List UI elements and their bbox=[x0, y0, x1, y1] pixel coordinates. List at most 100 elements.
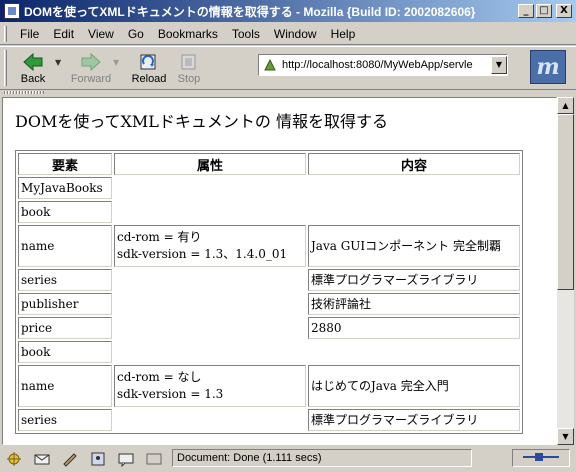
maximize-button[interactable]: □ bbox=[536, 4, 552, 18]
menu-edit[interactable]: Edit bbox=[46, 27, 81, 41]
composer-icon[interactable] bbox=[60, 450, 80, 468]
header-content: 内容 bbox=[308, 153, 520, 175]
attribute-cell bbox=[114, 317, 306, 339]
content-viewport: DOMを使ってXMLドキュメントの 情報を取得する 要素 属性 内容 MyJav… bbox=[2, 97, 557, 445]
page-proxy-icon[interactable] bbox=[262, 57, 278, 73]
content-cell: 標準プログラマーズライブラリ bbox=[308, 409, 520, 431]
forward-button[interactable]: Forward bbox=[71, 51, 111, 85]
attribute-cell bbox=[114, 177, 306, 199]
scroll-up-button[interactable]: ▲ bbox=[557, 97, 574, 114]
element-cell: book bbox=[18, 201, 112, 223]
close-button[interactable]: X bbox=[556, 4, 572, 18]
menu-bookmarks[interactable]: Bookmarks bbox=[151, 27, 225, 41]
content-cell bbox=[308, 177, 520, 199]
content-cell: Java GUIコンポーネント 完全制覇 bbox=[308, 225, 520, 267]
content-cell: 標準プログラマーズライブラリ bbox=[308, 269, 520, 291]
table-row: name cd-rom = 有り sdk-version = 1.3、1.4.0… bbox=[18, 225, 520, 267]
element-cell: publisher bbox=[18, 293, 112, 315]
table-row: MyJavaBooks bbox=[18, 177, 520, 199]
attribute-cell bbox=[114, 269, 306, 291]
attribute-cell bbox=[114, 293, 306, 315]
attribute-line: cd-rom = 有り bbox=[117, 230, 202, 244]
menu-file[interactable]: File bbox=[13, 27, 46, 41]
element-cell: price bbox=[18, 317, 112, 339]
table-header-row: 要素 属性 内容 bbox=[18, 153, 520, 175]
menu-bar: File Edit View Go Bookmarks Tools Window… bbox=[0, 23, 576, 45]
scroll-thumb[interactable] bbox=[557, 114, 574, 290]
online-status-icon bbox=[521, 451, 561, 466]
back-label: Back bbox=[20, 72, 46, 85]
menu-view[interactable]: View bbox=[81, 27, 121, 41]
reload-button[interactable]: Reload bbox=[129, 51, 169, 85]
stop-button[interactable]: Stop bbox=[169, 51, 209, 85]
element-cell: name bbox=[18, 365, 112, 407]
navigator-icon[interactable] bbox=[4, 450, 24, 468]
scroll-down-button[interactable]: ▼ bbox=[557, 428, 574, 445]
attribute-cell: cd-rom = なし sdk-version = 1.3 bbox=[114, 365, 306, 407]
content-cell: はじめてのJava 完全入門 bbox=[308, 365, 520, 407]
minimize-button[interactable]: _ bbox=[518, 4, 534, 18]
reload-label: Reload bbox=[131, 72, 167, 85]
forward-history-dropdown[interactable]: ▼ bbox=[113, 58, 123, 67]
page-title: DOMを使ってXMLドキュメントの 情報を取得する bbox=[15, 112, 389, 131]
attribute-line: cd-rom = なし bbox=[117, 370, 202, 384]
element-cell: book bbox=[18, 341, 112, 363]
table-row: name cd-rom = なし sdk-version = 1.3 はじめての… bbox=[18, 365, 520, 407]
attribute-cell bbox=[114, 201, 306, 223]
back-button[interactable]: Back bbox=[13, 51, 53, 85]
status-text: Document: Done (1.111 secs) bbox=[172, 449, 472, 467]
dom-info-table: 要素 属性 内容 MyJavaBooks book name cd-rom = … bbox=[15, 150, 523, 434]
attribute-cell bbox=[114, 341, 306, 363]
element-cell: series bbox=[18, 269, 112, 291]
content-cell bbox=[308, 341, 520, 363]
window-title: DOMを使ってXMLドキュメントの情報を取得する - Mozilla {Buil… bbox=[24, 4, 476, 19]
table-row: price 2880 bbox=[18, 317, 520, 339]
attribute-line: sdk-version = 1.3、1.4.0_01 bbox=[117, 247, 288, 261]
forward-label: Forward bbox=[70, 72, 112, 85]
menu-help[interactable]: Help bbox=[324, 27, 363, 41]
personal-toolbar-grip[interactable] bbox=[0, 89, 576, 96]
content-cell bbox=[308, 201, 520, 223]
title-bar: DOMを使ってXMLドキュメントの情報を取得する - Mozilla {Buil… bbox=[0, 0, 576, 22]
url-bar[interactable]: http://localhost:8080/MyWebApp/servle ▼ bbox=[258, 54, 508, 76]
back-arrow-icon bbox=[21, 51, 45, 73]
toolbar-grip[interactable] bbox=[4, 49, 7, 86]
status-bar: Document: Done (1.111 secs) bbox=[0, 446, 576, 472]
attribute-line: sdk-version = 1.3 bbox=[117, 387, 224, 401]
header-attribute: 属性 bbox=[114, 153, 306, 175]
stop-icon bbox=[177, 51, 201, 73]
navigation-toolbar: Back ▼ Forward ▼ Reload Stop http://loca… bbox=[0, 46, 576, 88]
element-cell: series bbox=[18, 409, 112, 431]
content-cell: 技術評論社 bbox=[308, 293, 520, 315]
activity-icon bbox=[144, 450, 164, 468]
forward-arrow-icon bbox=[79, 51, 103, 73]
table-row: book bbox=[18, 201, 520, 223]
url-input[interactable]: http://localhost:8080/MyWebApp/servle bbox=[282, 59, 491, 71]
table-row: book bbox=[18, 341, 520, 363]
element-cell: MyJavaBooks bbox=[18, 177, 112, 199]
menu-grip[interactable] bbox=[4, 25, 7, 42]
table-row: series 標準プログラマーズライブラリ bbox=[18, 269, 520, 291]
mozilla-throbber-logo[interactable]: m bbox=[530, 50, 566, 84]
menu-window[interactable]: Window bbox=[267, 27, 324, 41]
content-cell: 2880 bbox=[308, 317, 520, 339]
table-row: publisher 技術評論社 bbox=[18, 293, 520, 315]
menu-tools[interactable]: Tools bbox=[225, 27, 267, 41]
security-pane[interactable] bbox=[512, 449, 570, 467]
mozilla-app-icon[interactable] bbox=[4, 3, 20, 19]
mail-icon[interactable] bbox=[32, 450, 52, 468]
menu-go[interactable]: Go bbox=[121, 27, 151, 41]
element-cell: name bbox=[18, 225, 112, 267]
stop-label: Stop bbox=[177, 72, 201, 85]
back-history-dropdown[interactable]: ▼ bbox=[55, 58, 65, 67]
window-controls: _ □ X bbox=[518, 4, 574, 18]
table-row: series 標準プログラマーズライブラリ bbox=[18, 409, 520, 431]
url-history-dropdown[interactable]: ▼ bbox=[491, 56, 507, 74]
attribute-cell: cd-rom = 有り sdk-version = 1.3、1.4.0_01 bbox=[114, 225, 306, 267]
address-book-icon[interactable] bbox=[88, 450, 108, 468]
vertical-scrollbar[interactable]: ▲ ▼ bbox=[557, 97, 574, 445]
attribute-cell bbox=[114, 409, 306, 431]
chat-icon[interactable] bbox=[116, 450, 136, 468]
reload-icon bbox=[137, 51, 161, 73]
header-element: 要素 bbox=[18, 153, 112, 175]
